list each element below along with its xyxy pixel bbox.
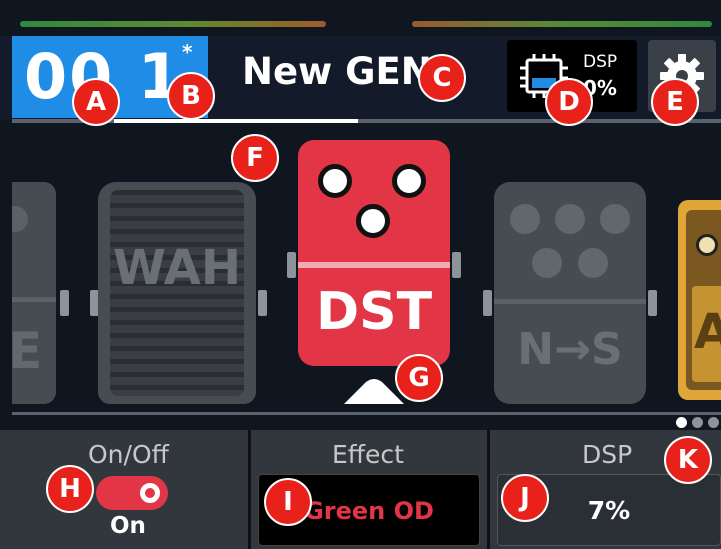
- dsp-label: DSP: [583, 52, 618, 72]
- preset-name[interactable]: New GEN: [242, 50, 442, 93]
- annotation-marker: K: [664, 436, 712, 484]
- pedal-label: N→S: [517, 324, 623, 375]
- onoff-title: On/Off: [88, 440, 169, 469]
- input-level-meter: [20, 21, 326, 27]
- onoff-toggle[interactable]: [96, 476, 168, 510]
- dsp-panel-title: DSP: [582, 440, 633, 469]
- annotation-marker: J: [501, 474, 549, 522]
- toggle-knob: [140, 483, 160, 503]
- level-knob[interactable]: [356, 204, 390, 238]
- annotation-marker: G: [395, 354, 443, 402]
- tab-indicator-active: [114, 119, 358, 123]
- pedal-ns[interactable]: N→S: [494, 182, 646, 404]
- modified-indicator: *: [182, 40, 193, 64]
- page-dot[interactable]: [708, 417, 719, 428]
- pedal-connector: [60, 290, 69, 316]
- pedal-label: DST: [315, 282, 433, 342]
- page-dot[interactable]: [692, 417, 703, 428]
- onoff-state: On: [110, 513, 146, 539]
- drive-knob[interactable]: [318, 164, 352, 198]
- pedal-connector: [483, 290, 492, 316]
- pedal-label: WAH: [112, 240, 242, 296]
- pedal-connector: [648, 290, 657, 316]
- app-screen: 00 1 * New GEN DSP 0% E WAH DST N→S A On…: [0, 0, 721, 549]
- tone-knob[interactable]: [392, 164, 426, 198]
- pedal-label: A: [694, 304, 721, 360]
- output-level-meter: [412, 21, 712, 27]
- annotation-marker: A: [72, 78, 120, 126]
- page-dot-active[interactable]: [676, 417, 687, 428]
- pedal-left-partial[interactable]: E: [12, 182, 56, 404]
- pedal-label: E: [12, 322, 43, 380]
- pedal-connector: [258, 290, 267, 316]
- annotation-marker: H: [46, 465, 94, 513]
- pedal-right-partial[interactable]: A: [678, 200, 721, 400]
- pedal-connector: [287, 252, 296, 278]
- effect-title: Effect: [332, 440, 404, 469]
- chain-scroll-track: [12, 412, 721, 415]
- annotation-marker: F: [231, 134, 279, 182]
- pedal-connector: [452, 252, 461, 278]
- annotation-marker: I: [264, 478, 312, 526]
- annotation-marker: E: [651, 78, 699, 126]
- annotation-marker: B: [167, 72, 215, 120]
- pedal-wah[interactable]: WAH: [98, 182, 256, 404]
- annotation-marker: D: [545, 78, 593, 126]
- annotation-marker: C: [418, 54, 466, 102]
- pedal-dst[interactable]: DST: [298, 140, 450, 366]
